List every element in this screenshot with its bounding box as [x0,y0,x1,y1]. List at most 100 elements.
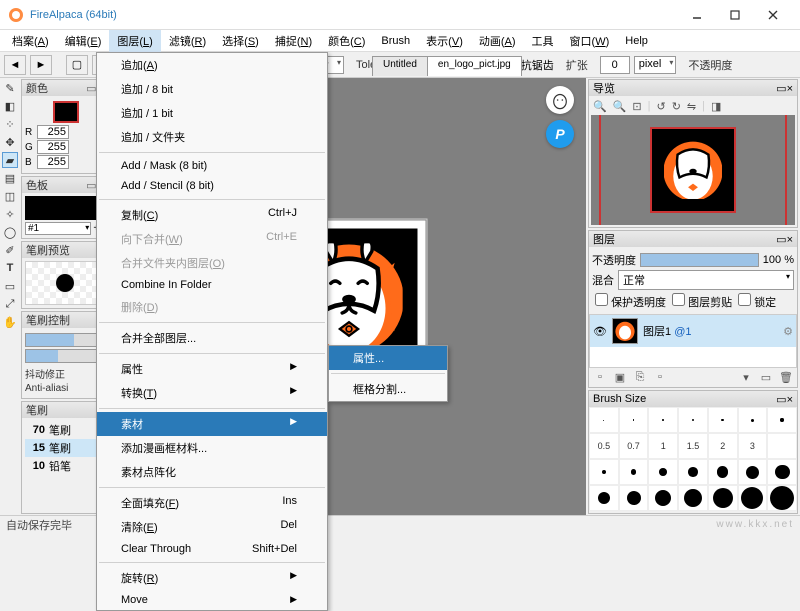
brush-size-cell[interactable] [678,407,708,433]
brush-size-cell[interactable] [738,485,768,511]
merge-layer-icon[interactable]: ▾ [738,371,754,384]
delete-layer-icon[interactable]: 🗑 [778,371,794,384]
r-input[interactable] [37,125,69,139]
zoom-fit-icon[interactable]: ⊡ [632,100,641,113]
menu-item[interactable]: 全面填充(F)Ins [97,491,327,515]
menu-a[interactable]: 档案(A) [4,30,57,52]
eyedropper-tool-icon[interactable]: ⤢ [2,296,18,312]
brush-size-cell[interactable] [589,459,619,485]
brush-size-slider[interactable] [25,333,107,347]
rotate-ccw-icon[interactable]: ↺ [656,100,665,113]
menu-[interactable]: 工具 [524,30,562,52]
zoom-in-icon[interactable]: 🔍 [593,100,607,113]
layer-gear-icon[interactable]: ⚙ [783,325,793,338]
nav-extra-icon[interactable]: ◨ [711,100,721,113]
panel-menu-icon[interactable]: ▭ [776,394,786,406]
palette-swatches[interactable] [25,196,107,220]
menu-item[interactable]: 合并全部图层... [97,326,327,350]
brush-size-cell[interactable] [619,407,649,433]
panel-close-icon[interactable]: × [787,394,793,406]
gradient-tool-icon[interactable]: ▤ [2,170,18,186]
redo-button[interactable]: ► [30,55,52,75]
tool-button-1[interactable]: ▢ [66,55,88,75]
flip-icon[interactable]: ⇋ [687,100,696,113]
alpaca-bubble-icon[interactable] [546,86,574,114]
document-tab[interactable]: Untitled [372,56,428,76]
document-tab[interactable]: en_logo_pict.jpg [427,56,522,76]
zoom-out-icon[interactable]: 🔍 [613,100,627,113]
new-layer-icon[interactable]: ▫ [592,371,608,384]
brush-size-cell[interactable] [619,459,649,485]
protect-alpha-checkbox[interactable]: 保护透明度 [595,293,666,310]
menu-a[interactable]: 动画(A) [471,30,524,52]
b-input[interactable] [37,155,69,169]
panel-menu-icon[interactable]: ▭ [776,83,786,95]
menu-item[interactable]: 复制(C)Ctrl+J [97,203,327,227]
close-button[interactable] [754,1,792,29]
brush-size-cell[interactable] [767,407,797,433]
brush-opacity-slider[interactable] [25,349,107,363]
panel-menu-icon[interactable]: ▭ [86,82,96,95]
menu-item[interactable]: 素材▶ [97,412,327,436]
brush-size-cell[interactable] [767,485,797,511]
menu-item[interactable]: 清除(E)Del [97,515,327,539]
clipping-checkbox[interactable]: 图层剪贴 [672,293,732,310]
blend-mode-select[interactable]: 正常 [618,270,794,290]
dup-layer-icon[interactable]: ⎘ [632,371,648,384]
brush-size-cell[interactable] [738,459,768,485]
menu-item[interactable]: 属性▶ [97,357,327,381]
brush-list-item[interactable]: 70笔刷 [25,421,107,439]
menu-l[interactable]: 图层(L) [109,30,160,52]
menu-item[interactable]: 追加 / 文件夹 [97,125,327,149]
menu-item[interactable]: 转换(T)▶ [97,381,327,405]
submenu-item[interactable]: 属性... [329,346,447,370]
layer-up-icon[interactable]: ▫ [652,371,668,384]
move-tool-icon[interactable]: ✥ [2,134,18,150]
brush-list-item[interactable]: 10铅笔 [25,457,107,475]
maximize-button[interactable] [716,1,754,29]
new-folder-icon[interactable]: ▣ [612,371,628,384]
menu-item[interactable]: Combine In Folder [97,275,327,295]
brush-tool-icon[interactable]: ✎ [2,80,18,96]
menu-brush[interactable]: Brush [373,32,418,50]
brush-size-cell[interactable] [589,407,619,433]
dot-tool-icon[interactable]: ⁘ [2,116,18,132]
menu-item[interactable]: 旋转(R)▶ [97,566,327,590]
menu-item[interactable]: 添加漫画框材料... [97,436,327,460]
menu-c[interactable]: 颜色(C) [320,30,373,52]
lock-checkbox[interactable]: 锁定 [738,293,776,310]
panel-close-icon[interactable]: × [787,83,793,95]
menu-n[interactable]: 捕捉(N) [267,30,320,52]
brush-list-item[interactable]: 15笔刷 [25,439,107,457]
brush-size-cell[interactable] [767,459,797,485]
menu-item[interactable]: Add / Mask (8 bit) [97,156,327,176]
p-bubble-icon[interactable]: P [546,120,574,148]
text-tool-icon[interactable]: T [2,260,18,276]
expand-unit-dropdown[interactable]: pixel [634,56,677,74]
layer-a-icon[interactable]: ▭ [758,371,774,384]
menu-item[interactable]: 追加 / 8 bit [97,77,327,101]
menu-item[interactable]: Add / Stencil (8 bit) [97,176,327,196]
layer-visibility-icon[interactable]: 👁 [593,325,607,338]
color-swatch[interactable] [53,101,79,123]
panel-menu-icon[interactable]: ▭ [86,179,96,192]
menu-e[interactable]: 编辑(E) [57,30,110,52]
wand-tool-icon[interactable]: ✧ [2,206,18,222]
brush-size-cell[interactable] [708,459,738,485]
brush-size-cell[interactable] [648,485,678,511]
rotate-cw-icon[interactable]: ↻ [672,100,681,113]
brush-size-cell[interactable] [619,485,649,511]
select-tool-icon[interactable]: ◫ [2,188,18,204]
panel-close-icon[interactable]: × [787,234,793,246]
palette-select[interactable]: #1 [25,222,91,235]
minimize-button[interactable] [678,1,716,29]
layer-opacity-slider[interactable] [640,253,759,267]
brush-size-cell[interactable] [648,459,678,485]
brush-size-cell[interactable] [708,485,738,511]
menu-w[interactable]: 窗口(W) [562,30,618,52]
menu-r[interactable]: 滤镜(R) [161,30,214,52]
pen-tool-icon[interactable]: ✐ [2,242,18,258]
menu-s[interactable]: 选择(S) [214,30,267,52]
navigator-canvas[interactable] [591,115,795,225]
menu-item[interactable]: 追加 / 1 bit [97,101,327,125]
